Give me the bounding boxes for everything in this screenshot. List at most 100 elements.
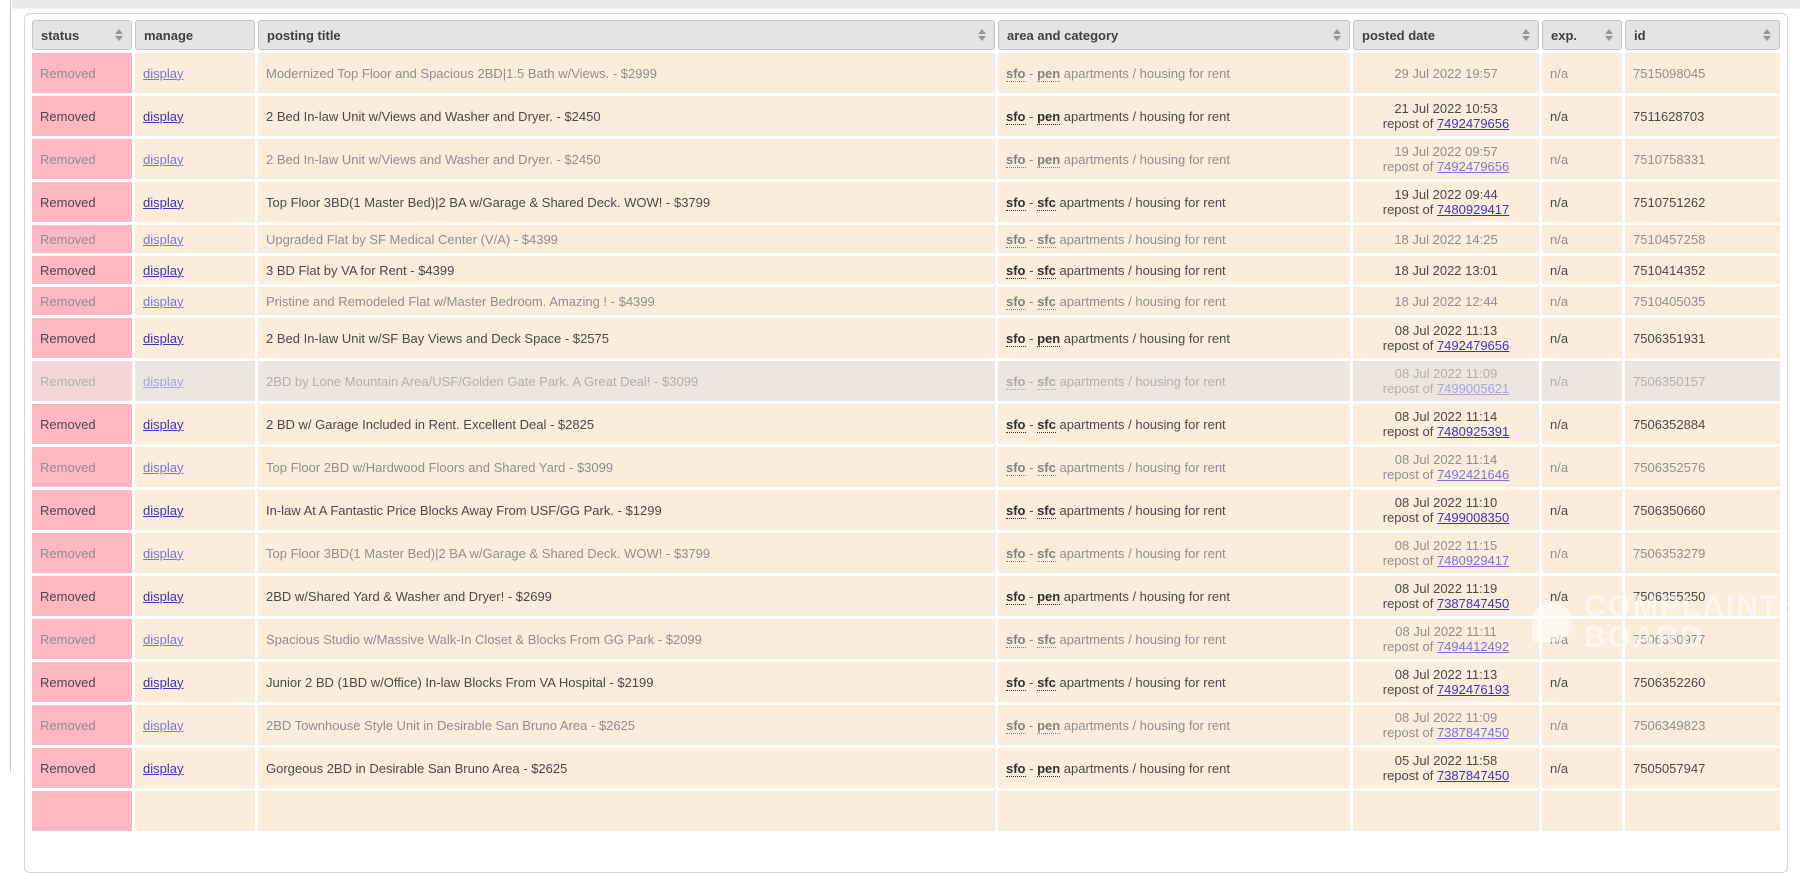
column-header-area[interactable]: area and category (998, 20, 1350, 50)
area-region: sfo (1006, 631, 1026, 648)
display-link[interactable]: display (143, 718, 183, 733)
display-link[interactable]: display (143, 503, 183, 518)
display-link[interactable]: display (143, 152, 183, 167)
display-link[interactable]: display (143, 331, 183, 346)
area-subregion: sfc (1037, 459, 1056, 476)
repost-id-link[interactable]: 7494412492 (1437, 639, 1509, 654)
status-cell: Removed (32, 533, 132, 573)
repost-id-link[interactable]: 7480929417 (1437, 553, 1509, 568)
area-category-cell: sfo - sfc apartments / housing for rent (998, 662, 1350, 702)
area-region: sfo (1006, 108, 1026, 125)
area-region: sfo (1006, 502, 1026, 519)
display-link[interactable]: display (143, 263, 183, 278)
repost-id-link[interactable]: 7492479656 (1437, 116, 1509, 131)
sort-icon (1522, 29, 1530, 41)
area-category-cell: sfo - sfc apartments / housing for rent (998, 256, 1350, 284)
status-cell: Removed (32, 490, 132, 530)
posting-title-cell: Pristine and Remodeled Flat w/Master Bed… (258, 287, 995, 315)
area-region: sfo (1006, 459, 1026, 476)
repost-id-link[interactable]: 7387847450 (1437, 725, 1509, 740)
column-header-id[interactable]: id (1625, 20, 1780, 50)
display-link[interactable]: display (143, 417, 183, 432)
posted-date: 08 Jul 2022 11:15 (1394, 538, 1498, 553)
repost-id-link[interactable]: 7480929417 (1437, 202, 1509, 217)
column-header-status[interactable]: status (32, 20, 132, 50)
area-region: sfo (1006, 545, 1026, 562)
posted-date-cell: 29 Jul 2022 19:57 (1353, 53, 1539, 93)
manage-cell: display (135, 447, 255, 487)
column-label: exp. (1551, 27, 1578, 43)
area-category-cell: sfo - sfc apartments / housing for rent (998, 533, 1350, 573)
sort-icon (978, 29, 986, 41)
repost-id-link[interactable]: 7492479656 (1437, 338, 1509, 353)
repost-id-link[interactable]: 7492421646 (1437, 467, 1509, 482)
posted-date-cell: 18 Jul 2022 14:25 (1353, 225, 1539, 253)
posted-date-cell: 08 Jul 2022 11:14 repost of 7480925391 (1353, 404, 1539, 444)
page-top-strip (12, 0, 1800, 9)
display-link[interactable]: display (143, 546, 183, 561)
display-link[interactable]: display (143, 675, 183, 690)
repost-line: repost of 7480929417 (1382, 202, 1510, 217)
posting-id-cell: 7506355250 (1625, 576, 1780, 616)
table-row: Removed display Top Floor 3BD(1 Master Bed… (32, 182, 1780, 222)
repost-id-link[interactable]: 7499005621 (1437, 381, 1509, 396)
posting-title-cell: 2 Bed In-law Unit w/SF Bay Views and Dec… (258, 318, 995, 358)
status-cell: Removed (32, 182, 132, 222)
column-header-title[interactable]: posting title (258, 20, 995, 50)
table-row-partial (32, 791, 1780, 831)
exp-cell: n/a (1542, 447, 1622, 487)
posted-date-cell: 08 Jul 2022 11:09 repost of 7387847450 (1353, 705, 1539, 745)
table-header: status manage posting title area and catego… (32, 20, 1780, 50)
repost-id-link[interactable]: 7492479656 (1437, 159, 1509, 174)
exp-cell: n/a (1542, 139, 1622, 179)
posted-date: 19 Jul 2022 09:44 (1394, 187, 1498, 202)
display-link[interactable]: display (143, 294, 183, 309)
column-header-posted[interactable]: posted date (1353, 20, 1539, 50)
display-link[interactable]: display (143, 232, 183, 247)
display-link[interactable]: display (143, 761, 183, 776)
display-link[interactable]: display (143, 589, 183, 604)
repost-id-link[interactable]: 7499008350 (1437, 510, 1509, 525)
repost-id-link[interactable]: 7387847450 (1437, 768, 1509, 783)
display-link[interactable]: display (143, 632, 183, 647)
posting-id-cell: 7506353279 (1625, 533, 1780, 573)
exp-cell: n/a (1542, 287, 1622, 315)
page-left-border (10, 0, 11, 772)
manage-cell: display (135, 225, 255, 253)
repost-id-link[interactable]: 7387847450 (1437, 596, 1509, 611)
area-subregion: sfc (1037, 262, 1056, 279)
sort-icon (115, 29, 123, 41)
table-row: Removed display Spacious Studio w/Massive … (32, 619, 1780, 659)
table-row: Removed display 2 Bed In-law Unit w/SF Bay… (32, 318, 1780, 358)
display-link[interactable]: display (143, 460, 183, 475)
posting-id-cell: 7510758331 (1625, 139, 1780, 179)
posted-date: 05 Jul 2022 11:58 (1394, 753, 1498, 768)
display-link[interactable]: display (143, 374, 183, 389)
display-link[interactable]: display (143, 195, 183, 210)
posting-id-cell: 7506352260 (1625, 662, 1780, 702)
area-subregion: pen (1037, 108, 1061, 125)
repost-id-link[interactable]: 7480925391 (1437, 424, 1509, 439)
posting-title-cell: Spacious Studio w/Massive Walk-In Closet… (258, 619, 995, 659)
column-header-manage: manage (135, 20, 255, 50)
area-region: sfo (1006, 717, 1026, 734)
posted-date-cell: 08 Jul 2022 11:14 repost of 7492421646 (1353, 447, 1539, 487)
display-link[interactable]: display (143, 66, 183, 81)
area-subregion: sfc (1037, 231, 1056, 248)
column-header-exp[interactable]: exp. (1542, 20, 1622, 50)
exp-cell: n/a (1542, 225, 1622, 253)
manage-cell: display (135, 139, 255, 179)
posted-date: 18 Jul 2022 14:25 (1394, 231, 1498, 247)
posted-date-cell: 08 Jul 2022 11:15 repost of 7480929417 (1353, 533, 1539, 573)
manage-cell: display (135, 619, 255, 659)
posted-date: 08 Jul 2022 11:13 (1394, 667, 1498, 682)
posting-id-cell: 7506352884 (1625, 404, 1780, 444)
posted-date-cell: 18 Jul 2022 12:44 (1353, 287, 1539, 315)
posting-id-cell: 7506349823 (1625, 705, 1780, 745)
display-link[interactable]: display (143, 109, 183, 124)
status-cell: Removed (32, 662, 132, 702)
repost-id-link[interactable]: 7492476193 (1437, 682, 1509, 697)
repost-line: repost of 7480929417 (1382, 553, 1510, 568)
area-region: sfo (1006, 760, 1026, 777)
area-subregion: pen (1037, 65, 1061, 82)
